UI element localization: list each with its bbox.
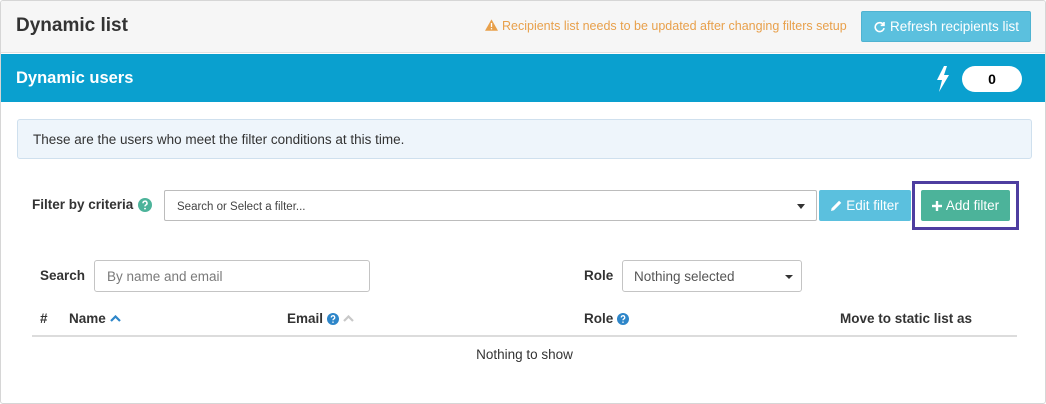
empty-table-message: Nothing to show	[476, 347, 573, 362]
column-header-move: Move to static list as	[840, 311, 973, 326]
users-count-badge: 0	[962, 66, 1022, 92]
role-select-value: Nothing selected	[634, 269, 735, 284]
column-email-label: Email	[287, 311, 324, 326]
warning-triangle-icon	[485, 19, 498, 31]
chevron-up-icon	[110, 315, 121, 322]
info-box: These are the users who meet the filter …	[17, 119, 1032, 159]
column-header-email[interactable]: Email	[287, 311, 354, 326]
table-header-divider	[32, 335, 1017, 337]
filter-criteria-label: Filter by criteria	[32, 197, 153, 212]
column-role-label: Role	[584, 311, 614, 326]
dynamic-users-band: Dynamic users 0	[1, 54, 1045, 102]
question-circle-icon[interactable]	[327, 312, 340, 325]
role-select[interactable]: Nothing selected	[622, 260, 802, 292]
column-header-name[interactable]: Name	[69, 311, 121, 326]
search-input[interactable]	[94, 260, 370, 292]
filter-select-placeholder: Search or Select a filter...	[177, 201, 306, 213]
column-header-index: #	[40, 311, 48, 326]
question-circle-icon[interactable]	[617, 312, 630, 325]
refresh-icon	[874, 21, 885, 33]
refresh-recipients-button[interactable]: Refresh recipients list	[861, 11, 1031, 42]
warning-text: Recipients list needs to be updated afte…	[502, 19, 847, 33]
edit-filter-button[interactable]: Edit filter	[819, 190, 911, 221]
filter-select[interactable]: Search or Select a filter...	[164, 190, 817, 221]
add-filter-label: Add filter	[945, 198, 1000, 213]
chevron-down-icon	[797, 204, 805, 209]
top-header: Dynamic list Recipients list needs to be…	[1, 1, 1045, 53]
chevron-up-icon	[343, 315, 354, 322]
warning-message: Recipients list needs to be updated afte…	[485, 19, 847, 33]
column-name-label: Name	[69, 311, 106, 326]
filter-label-text: Filter by criteria	[32, 197, 134, 212]
dynamic-list-panel: Dynamic list Recipients list needs to be…	[0, 0, 1046, 404]
search-label: Search	[40, 268, 86, 283]
plus-icon	[931, 200, 942, 211]
bolt-icon	[937, 66, 949, 92]
question-circle-icon[interactable]	[138, 197, 153, 212]
edit-filter-label: Edit filter	[846, 198, 899, 213]
add-filter-button[interactable]: Add filter	[921, 190, 1010, 221]
pencil-icon	[831, 200, 842, 211]
chevron-down-icon	[785, 275, 793, 279]
role-label: Role	[584, 268, 614, 283]
column-header-role: Role	[584, 311, 630, 326]
refresh-button-label: Refresh recipients list	[889, 19, 1020, 34]
page-title: Dynamic list	[16, 15, 128, 36]
band-title: Dynamic users	[16, 69, 134, 87]
